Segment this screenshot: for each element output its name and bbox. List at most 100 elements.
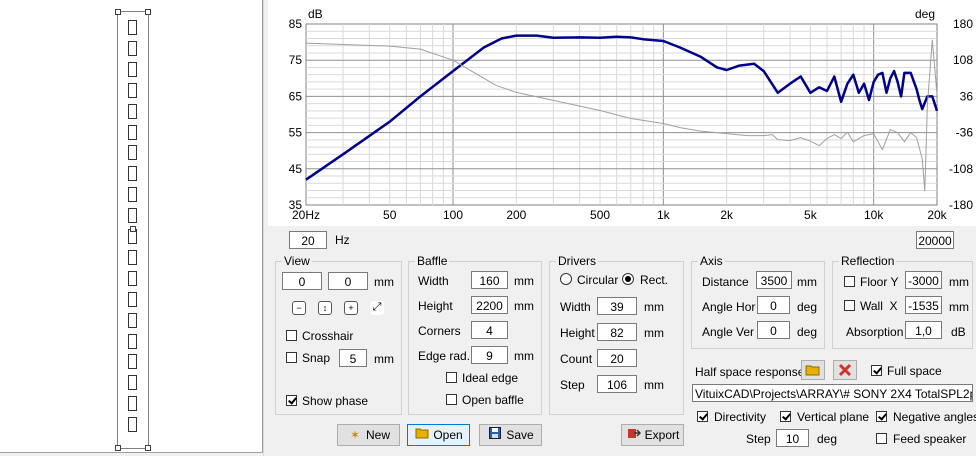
- circular-radio[interactable]: [560, 273, 572, 285]
- export-button-label: Export: [644, 428, 680, 442]
- zoom-fit-icon[interactable]: ↕: [318, 301, 332, 315]
- crosshair-checkbox[interactable]: [286, 330, 297, 341]
- feed-speaker-label: Feed speaker: [893, 432, 967, 446]
- open-half-space-button[interactable]: [801, 360, 825, 380]
- freq-unit-label: Hz: [335, 233, 350, 247]
- distance-input[interactable]: 3500: [756, 271, 792, 289]
- view-unit-label: mm: [374, 275, 394, 289]
- driver-count-input[interactable]: 20: [597, 349, 637, 367]
- baffle-height-input[interactable]: 2200: [471, 296, 508, 314]
- wall-input[interactable]: -1535: [905, 296, 942, 314]
- baffle-width-unit: mm: [514, 274, 534, 288]
- baffle-outline[interactable]: [115, 9, 151, 451]
- vertical-plane-label: Vertical plane: [797, 410, 870, 424]
- resize-handle[interactable]: [145, 445, 151, 451]
- y-left-tick-label: 35: [289, 198, 303, 212]
- driver-rect: [128, 61, 137, 77]
- driver-rect: [128, 124, 137, 140]
- negative-angles-checkbox[interactable]: [876, 411, 887, 422]
- floor-input[interactable]: -3000: [905, 271, 942, 289]
- driver-rect: [128, 270, 137, 286]
- y-left-tick-label: 45: [289, 162, 303, 176]
- rect-label: Rect.: [640, 273, 669, 287]
- baffle-edge-label: Edge rad.: [418, 349, 471, 363]
- freq-min-input[interactable]: 20: [289, 231, 327, 249]
- crosshair-label: Crosshair: [302, 329, 354, 343]
- driver-step-input[interactable]: 106: [597, 375, 637, 393]
- driver-height-input[interactable]: 82: [597, 323, 637, 341]
- save-button[interactable]: Save: [479, 424, 542, 446]
- view-x-input[interactable]: 0: [282, 272, 322, 290]
- floor-checkbox[interactable]: [844, 276, 855, 287]
- snap-checkbox[interactable]: [286, 352, 297, 363]
- zoom-in-icon[interactable]: +: [344, 301, 358, 315]
- full-space-label: Full space: [887, 364, 942, 378]
- absorption-input[interactable]: 1,0: [905, 321, 942, 339]
- driver-rect: [128, 249, 137, 265]
- show-phase-checkbox[interactable]: [286, 395, 297, 406]
- angle-ver-input[interactable]: 0: [757, 321, 790, 339]
- floor-label: Floor Y: [860, 275, 899, 289]
- ideal-edge-checkbox[interactable]: [446, 372, 457, 383]
- feed-speaker-checkbox[interactable]: [876, 433, 887, 444]
- x-tick-label: 10k: [864, 208, 884, 222]
- export-button[interactable]: Export: [621, 424, 684, 446]
- driver-width-input[interactable]: 39: [597, 297, 637, 315]
- full-space-checkbox[interactable]: [871, 365, 882, 376]
- freq-max-input[interactable]: 20000: [916, 231, 954, 249]
- y-left-tick-label: 65: [289, 89, 303, 103]
- resize-handle[interactable]: [145, 9, 151, 15]
- distance-unit: mm: [797, 275, 817, 289]
- open-baffle-checkbox[interactable]: [446, 394, 457, 405]
- driver-rect: [128, 187, 137, 203]
- driver-count-label: Count: [560, 352, 593, 366]
- driver-rect: [128, 166, 137, 182]
- baffle-width-label: Width: [418, 274, 449, 288]
- vertical-plane-checkbox[interactable]: [780, 411, 791, 422]
- angle-ver-unit: deg: [797, 325, 818, 339]
- new-button-label: New: [365, 428, 390, 442]
- rect-radio[interactable]: [622, 273, 634, 285]
- frequency-response-chart: 20Hz 50 100 200 500 1k 2k 5k 10k 20k 85 75 65 55 45 35 1…: [268, 0, 976, 226]
- ideal-edge-label: Ideal edge: [462, 371, 519, 385]
- y-right-tick-label: -108: [949, 162, 973, 176]
- x-tick-label: 20k: [927, 208, 947, 222]
- y-left-tick-label: 75: [289, 53, 303, 67]
- y-left-unit-label: dB: [308, 7, 323, 21]
- driver-rect: [128, 208, 137, 224]
- zoom-out-icon[interactable]: −: [292, 301, 306, 315]
- new-button[interactable]: ✶ New: [337, 424, 400, 446]
- wall-checkbox[interactable]: [844, 300, 855, 311]
- directivity-step-input[interactable]: 10: [776, 429, 809, 447]
- resize-handle[interactable]: [130, 226, 136, 232]
- baffle-edge-input[interactable]: 9: [471, 346, 508, 364]
- snap-label: Snap: [302, 351, 331, 365]
- y-left-tick-label: 85: [289, 17, 303, 31]
- y-left-tick-label: 55: [289, 126, 303, 140]
- directivity-checkbox[interactable]: [697, 411, 708, 422]
- floor-unit: mm: [949, 275, 969, 289]
- half-space-path-input[interactable]: VituixCAD\Projects\ARRAY\# SONY 2X4 Tota…: [692, 384, 973, 402]
- driver-height-label: Height: [560, 326, 595, 340]
- baffle-width-input[interactable]: 160: [471, 271, 508, 289]
- baffle-height-label: Height: [418, 299, 453, 313]
- directivity-step-label: Step: [746, 432, 771, 446]
- delete-half-space-button[interactable]: [833, 360, 857, 380]
- baffle-corners-input[interactable]: 4: [471, 321, 508, 339]
- angle-hor-input[interactable]: 0: [757, 296, 790, 314]
- plot-area: [305, 23, 938, 206]
- baffle-preview-panel[interactable]: [0, 0, 263, 453]
- baffle-corners-label: Corners: [418, 324, 461, 338]
- baffle-group-title: Baffle: [415, 254, 450, 268]
- view-group-title: View: [282, 254, 312, 268]
- open-button[interactable]: Open: [407, 424, 470, 446]
- driver-height-unit: mm: [644, 326, 664, 340]
- absorption-unit: dB: [951, 325, 966, 339]
- fullscreen-icon[interactable]: ⤢: [370, 301, 384, 315]
- snap-input[interactable]: 5: [339, 349, 367, 367]
- view-y-input[interactable]: 0: [328, 272, 368, 290]
- driver-width-label: Width: [560, 300, 591, 314]
- resize-handle[interactable]: [115, 9, 121, 15]
- resize-handle[interactable]: [115, 445, 121, 451]
- directivity-step-unit: deg: [817, 432, 838, 446]
